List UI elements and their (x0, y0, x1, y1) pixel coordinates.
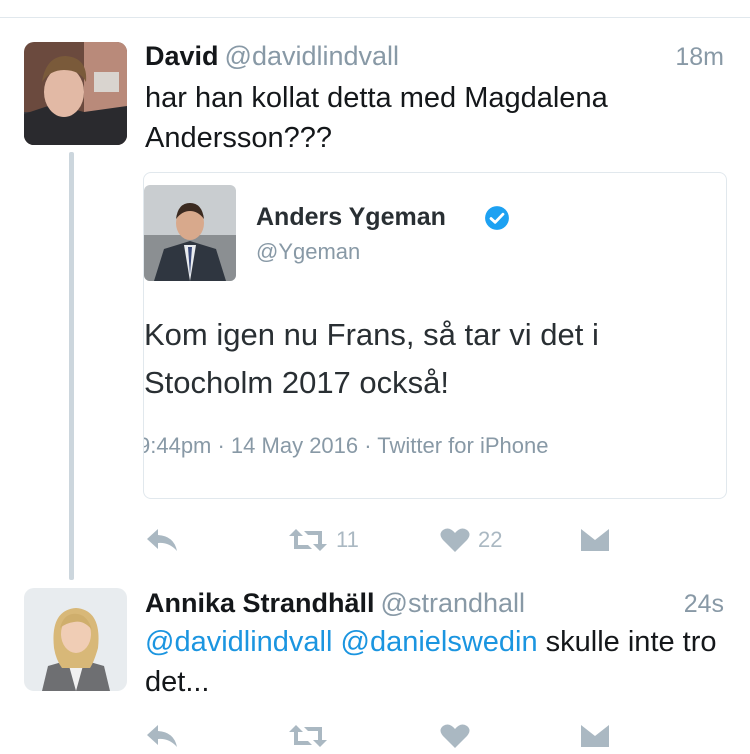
like-button[interactable]: 22 (440, 522, 502, 558)
tweet-actions: 11 22 (145, 522, 625, 558)
retweet-icon (289, 725, 327, 747)
heart-icon (440, 724, 470, 748)
heart-icon (440, 528, 470, 552)
top-divider (0, 17, 750, 18)
tweet-actions (145, 718, 625, 754)
envelope-icon (581, 725, 609, 747)
tweet-text: @davidlindvall @danielswedin skulle inte… (145, 622, 730, 702)
mention-link[interactable]: @davidlindvall (145, 626, 332, 658)
username[interactable]: @strandhall (381, 588, 525, 618)
tweet-text: har han kollat detta med Magdalena Ander… (145, 82, 608, 154)
quoted-avatar (144, 185, 236, 281)
quoted-display-name[interactable]: Anders Ygeman (256, 203, 446, 232)
quoted-username[interactable]: @Ygeman (256, 239, 360, 265)
envelope-icon (581, 529, 609, 551)
reply-button[interactable] (145, 718, 179, 754)
display-name[interactable]: Annika Strandhäll (145, 588, 375, 618)
avatar-annika[interactable] (24, 588, 127, 691)
quoted-tweet-card[interactable]: Anders Ygeman @Ygeman Kom igen nu Frans,… (143, 172, 727, 499)
direct-message-button[interactable] (580, 522, 610, 558)
like-count: 22 (478, 527, 503, 552)
direct-message-button[interactable] (580, 718, 610, 754)
reply-button[interactable] (145, 522, 179, 558)
tweet-header: David @davidlindvall (145, 40, 399, 72)
display-name[interactable]: David (145, 41, 219, 71)
tweet-header: Annika Strandhäll @strandhall (145, 587, 525, 619)
avatar-david[interactable] (24, 42, 127, 145)
quoted-text-line-1: Kom igen nu Frans, så tar vi det i (144, 317, 599, 352)
timestamp[interactable]: 18m (675, 43, 724, 72)
quoted-tweet-meta: 9:44pm · 14 May 2016 · Twitter for iPhon… (143, 433, 549, 458)
quoted-tweet-text: Kom igen nu Frans, så tar vi det i Stoch… (144, 311, 719, 407)
reply-icon (147, 529, 177, 551)
thread-connector-line (69, 152, 74, 580)
verified-badge-icon (485, 206, 509, 230)
username[interactable]: @davidlindvall (225, 41, 400, 71)
like-button[interactable] (440, 718, 470, 754)
reply-icon (147, 725, 177, 747)
retweet-button[interactable]: 11 (288, 522, 359, 558)
quoted-text-line-2: Stocholm 2017 också! (144, 365, 450, 400)
retweet-count: 11 (336, 527, 359, 552)
retweet-icon (289, 529, 327, 551)
retweet-button[interactable] (288, 718, 328, 754)
mention-link[interactable]: @danielswedin (341, 626, 538, 658)
timestamp[interactable]: 24s (684, 590, 724, 619)
